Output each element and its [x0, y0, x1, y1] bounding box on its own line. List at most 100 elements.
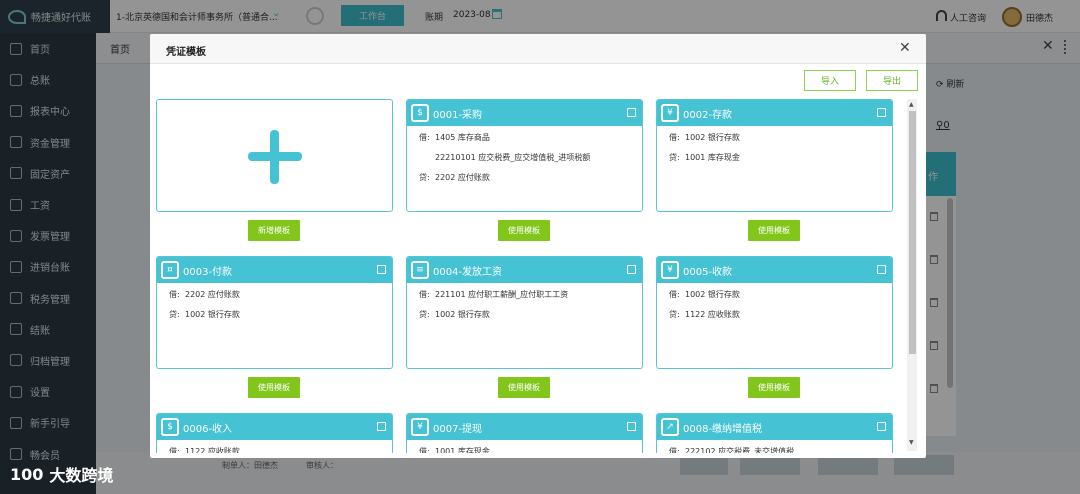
- entry-account: 1002 银行存款: [685, 133, 740, 142]
- entry-direction: 贷:: [169, 310, 180, 319]
- scroll-thumb[interactable]: [909, 111, 916, 354]
- use-template-button[interactable]: 使用模板: [748, 220, 800, 241]
- trend-chart-icon: ↗: [661, 418, 679, 436]
- entry-account: 1002 银行存款: [185, 310, 240, 319]
- entry-direction: 借:: [169, 290, 180, 299]
- template-card-header: ¥0002-存款: [657, 100, 892, 126]
- entry-line: 22210101 应交税费_应交增值税_进项税额: [435, 152, 590, 163]
- entry-direction: 贷:: [419, 310, 430, 319]
- close-icon[interactable]: ✕: [899, 40, 911, 56]
- template-title: 0006-收入: [183, 423, 233, 435]
- entry-line: 借: 1122 应收账款: [169, 446, 240, 453]
- entry-line: 贷: 1001 库存现金: [669, 152, 740, 163]
- entry-line: 借: 1002 银行存款: [669, 132, 740, 143]
- receipt-icon: ¥: [661, 261, 679, 279]
- entry-direction: 借:: [669, 133, 680, 142]
- template-card-header: ≡ 0004-发放工资: [407, 257, 642, 283]
- template-title: 0002-存款: [683, 109, 733, 121]
- add-template-button[interactable]: 新增模板: [248, 220, 300, 241]
- deposit-icon: ¥: [661, 104, 679, 122]
- import-button[interactable]: 导入: [804, 70, 856, 91]
- entry-account: 1001 库存现金: [685, 153, 740, 162]
- entry-line: 借: 221101 应付职工薪酬_应付职工工资: [419, 289, 568, 300]
- yen-icon: ¥: [411, 418, 429, 436]
- edit-icon[interactable]: [877, 108, 886, 117]
- cash-register-icon: $: [411, 104, 429, 122]
- edit-icon[interactable]: [877, 422, 886, 431]
- template-title: 0003-付款: [183, 266, 233, 278]
- income-icon: $: [161, 418, 179, 436]
- template-title: 0001-采购: [433, 109, 483, 121]
- entry-direction: 借:: [169, 447, 180, 453]
- use-template-button[interactable]: 使用模板: [498, 377, 550, 398]
- use-template-button[interactable]: 使用模板: [248, 377, 300, 398]
- template-card-header: ¤ 0003-付款: [157, 257, 392, 283]
- edit-icon[interactable]: [627, 265, 636, 274]
- template-card[interactable]: ¤ 0003-付款借: 2202 应付账款贷: 1002 银行存款: [156, 256, 393, 369]
- edit-icon[interactable]: [627, 422, 636, 431]
- entry-direction: 借:: [419, 290, 430, 299]
- entry-account: 2202 应付账款: [185, 290, 240, 299]
- template-card[interactable]: $0006-收入借: 1122 应收账款: [156, 413, 393, 453]
- entry-direction: 借:: [669, 447, 680, 453]
- payment-icon: ¤: [161, 261, 179, 279]
- template-card[interactable]: ¥0007-提现借: 1001 库存现金: [406, 413, 643, 453]
- voucher-template-dialog: 凭证模板 ✕ 导入 导出 新增模板 $0001-采购借: 1405 库存商品 222…: [150, 34, 926, 458]
- dialog-scrollbar[interactable]: ▲ ▼: [907, 99, 917, 451]
- template-title: 0008-缴纳增值税: [683, 423, 763, 435]
- entry-line: 借: 222102 应交税费_未交增值税: [669, 446, 794, 453]
- entry-account: 1122 应收账款: [185, 447, 240, 453]
- entry-line: 贷: 2202 应付账款: [419, 172, 490, 183]
- export-button[interactable]: 导出: [866, 70, 918, 91]
- edit-icon[interactable]: [377, 422, 386, 431]
- scroll-up-icon[interactable]: ▲: [909, 101, 914, 108]
- entry-line: 借: 1405 库存商品: [419, 132, 490, 143]
- entry-account: 222102 应交税费_未交增值税: [685, 447, 795, 453]
- entry-direction: 借:: [669, 290, 680, 299]
- use-template-button[interactable]: 使用模板: [748, 377, 800, 398]
- entry-account: 1002 银行存款: [685, 290, 740, 299]
- entry-account: 1002 银行存款: [435, 310, 490, 319]
- entry-line: 贷: 1122 应收账款: [669, 309, 740, 320]
- entry-direction: 借:: [419, 447, 430, 453]
- plus-icon: [248, 152, 302, 161]
- use-template-button[interactable]: 使用模板: [498, 220, 550, 241]
- watermark-text: 大数跨境: [49, 466, 114, 485]
- entry-account: 1405 库存商品: [435, 133, 490, 142]
- entry-line: 贷: 1002 银行存款: [169, 309, 240, 320]
- entry-account: 22210101 应交税费_应交增值税_进项税额: [435, 153, 591, 162]
- edit-icon[interactable]: [377, 265, 386, 274]
- template-card-header: ¥0005-收款: [657, 257, 892, 283]
- entry-direction: 贷:: [669, 310, 680, 319]
- entry-direction: 贷:: [419, 173, 430, 182]
- entry-line: 借: 1002 银行存款: [669, 289, 740, 300]
- dialog-header: 凭证模板 ✕: [150, 34, 926, 64]
- entry-line: 借: 1001 库存现金: [419, 446, 490, 453]
- watermark-logo: 100: [10, 464, 44, 484]
- template-card-header: $0001-采购: [407, 100, 642, 126]
- scroll-down-icon[interactable]: ▼: [909, 439, 914, 446]
- template-title: 0004-发放工资: [433, 266, 503, 278]
- template-card[interactable]: ↗ 0008-缴纳增值税借: 222102 应交税费_未交增值税: [656, 413, 893, 453]
- template-card[interactable]: ¥0005-收款借: 1002 银行存款贷: 1122 应收账款: [656, 256, 893, 369]
- entry-direction: 借:: [419, 133, 430, 142]
- template-card-header: ¥0007-提现: [407, 414, 642, 440]
- edit-icon[interactable]: [877, 265, 886, 274]
- dialog-title: 凭证模板: [166, 47, 206, 58]
- template-card[interactable]: ≡ 0004-发放工资借: 221101 应付职工薪酬_应付职工工资贷: 1002 银…: [406, 256, 643, 369]
- entry-line: 贷: 1002 银行存款: [419, 309, 490, 320]
- watermark: 100 大数跨境: [10, 462, 113, 486]
- template-card[interactable]: ¥0002-存款借: 1002 银行存款贷: 1001 库存现金: [656, 99, 893, 212]
- entry-account: 2202 应付账款: [435, 173, 490, 182]
- entry-account: 221101 应付职工薪酬_应付职工工资: [435, 290, 569, 299]
- edit-icon[interactable]: [627, 108, 636, 117]
- template-card-header: ↗ 0008-缴纳增值税: [657, 414, 892, 440]
- entry-line: 借: 2202 应付账款: [169, 289, 240, 300]
- template-card[interactable]: $0001-采购借: 1405 库存商品 22210101 应交税费_应交增值税_进…: [406, 99, 643, 212]
- template-card-header: $0006-收入: [157, 414, 392, 440]
- add-template-card[interactable]: [156, 99, 393, 212]
- template-title: 0005-收款: [683, 266, 733, 278]
- entry-account: 1001 库存现金: [435, 447, 490, 453]
- entry-direction: 贷:: [669, 153, 680, 162]
- template-title: 0007-提现: [433, 423, 483, 435]
